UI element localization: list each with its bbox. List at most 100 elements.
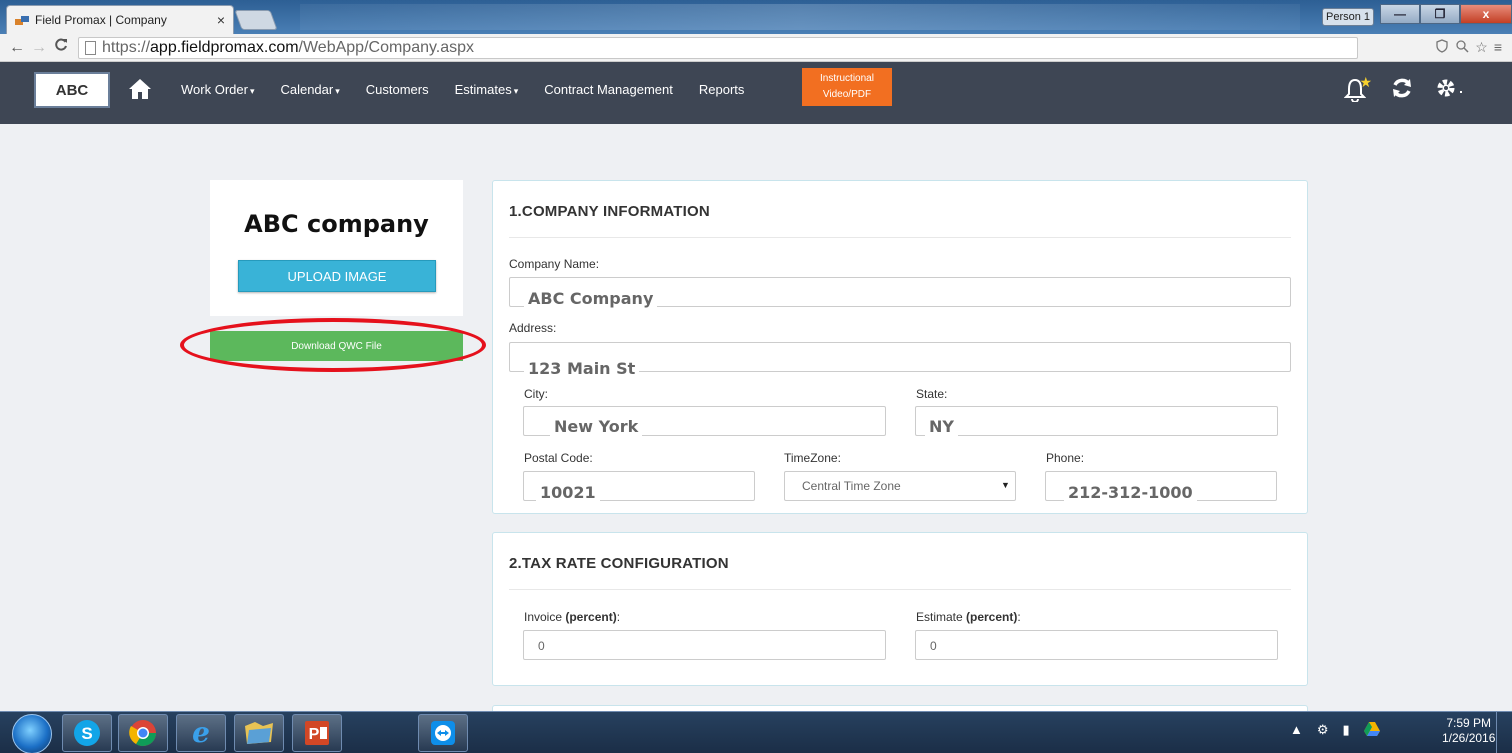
- skype-icon[interactable]: S: [62, 714, 112, 752]
- nav-estimates-label: Estimates: [454, 81, 512, 97]
- estimate-percent-label: Estimate (percent):: [916, 610, 1021, 624]
- tax-rate-panel: 2.TAX RATE CONFIGURATION Invoice (percen…: [492, 532, 1308, 686]
- navbar-actions: ★: [1343, 74, 1464, 106]
- network-tray-icon[interactable]: ⚙: [1317, 722, 1329, 739]
- highlight-annotation-ellipse: [180, 318, 486, 372]
- google-drive-tray-icon[interactable]: [1363, 722, 1380, 739]
- folder-icon[interactable]: [234, 714, 284, 752]
- estimate-percent-value: 0: [930, 639, 937, 653]
- dropdown-arrow-icon: ▼: [1001, 480, 1010, 490]
- zoom-icon[interactable]: [1455, 39, 1469, 56]
- tab-close-icon[interactable]: ×: [217, 12, 225, 28]
- minimize-button[interactable]: —: [1380, 4, 1420, 24]
- nav-work-order[interactable]: Work Order ▾: [181, 82, 254, 97]
- tray-expand-icon[interactable]: ▲: [1290, 722, 1303, 739]
- bell-icon[interactable]: ★: [1343, 74, 1372, 104]
- url-host: app.fieldpromax.com: [150, 38, 299, 56]
- state-input[interactable]: [915, 406, 1278, 436]
- address-bar-row: ← → https:// app.fieldpromax.com /WebApp…: [0, 34, 1512, 62]
- nav-calendar-label: Calendar: [280, 81, 334, 97]
- chevron-down-icon: ▾: [335, 85, 340, 96]
- phone-label: Phone:: [1046, 451, 1085, 465]
- chrome-icon[interactable]: [118, 714, 168, 752]
- nav-contract-management[interactable]: Contract Management: [544, 82, 673, 97]
- refresh-icon[interactable]: [1390, 76, 1414, 106]
- bookmark-star-icon[interactable]: ☆: [1475, 39, 1488, 56]
- forward-arrow-icon[interactable]: →: [28, 39, 50, 57]
- new-tab-button[interactable]: [234, 10, 278, 30]
- address-bar-actions: ☆ ≡: [1435, 39, 1502, 56]
- timezone-label: TimeZone:: [784, 451, 841, 465]
- divider: [509, 237, 1291, 238]
- gear-icon[interactable]: [1434, 76, 1464, 106]
- menu-icon[interactable]: ≡: [1494, 39, 1502, 56]
- address-value: 123 Main St: [524, 359, 640, 378]
- timezone-value: Central Time Zone: [802, 479, 901, 493]
- show-desktop-button[interactable]: [1496, 712, 1512, 753]
- title-bar-background: [300, 4, 1300, 30]
- estimate-label-text: Estimate: [916, 610, 967, 624]
- app-navbar: ABC Work Order ▾ Calendar ▾ Customers Esti…: [0, 62, 1512, 124]
- address-label: Address:: [509, 321, 557, 335]
- internet-explorer-icon[interactable]: e: [176, 714, 226, 752]
- invoice-label-colon: :: [616, 610, 621, 624]
- system-tray: ▲ ⚙ ▮: [1290, 722, 1380, 739]
- tab-title: Field Promax | Company: [35, 13, 167, 27]
- divider: [509, 589, 1291, 590]
- estimate-label-colon: :: [1017, 610, 1021, 624]
- svg-text:S: S: [81, 724, 92, 743]
- estimate-label-unit: (percent): [966, 610, 1018, 624]
- invoice-label-unit: (percent): [565, 610, 617, 624]
- state-value: NY: [925, 417, 958, 436]
- company-logo-card: ABC company UPLOAD IMAGE: [210, 180, 463, 316]
- home-icon[interactable]: [128, 78, 152, 102]
- upload-image-button[interactable]: UPLOAD IMAGE: [238, 260, 436, 292]
- estimate-percent-input[interactable]: [915, 630, 1278, 660]
- company-name-heading: ABC company: [244, 210, 429, 238]
- company-logo[interactable]: ABC: [34, 72, 110, 108]
- maximize-button[interactable]: ❐: [1420, 4, 1460, 24]
- city-value: New York: [550, 417, 643, 436]
- url-input[interactable]: https:// app.fieldpromax.com /WebApp/Com…: [78, 36, 1358, 59]
- profile-button[interactable]: Person 1: [1322, 8, 1374, 26]
- svg-text:P: P: [309, 726, 320, 743]
- powerpoint-icon[interactable]: P: [292, 714, 342, 752]
- chevron-down-icon: ▾: [249, 85, 255, 96]
- nav-estimates[interactable]: Estimates ▾: [455, 82, 519, 97]
- nav-customers[interactable]: Customers: [366, 82, 429, 97]
- browser-tab[interactable]: Field Promax | Company ×: [6, 5, 234, 34]
- page-icon: [85, 40, 96, 55]
- system-clock[interactable]: 7:59 PM 1/26/2016: [1442, 716, 1495, 746]
- url-path: /WebApp/Company.aspx: [298, 38, 475, 56]
- clock-time: 7:59 PM: [1446, 716, 1492, 730]
- postal-code-label: Postal Code:: [524, 451, 593, 465]
- star-icon: ★: [1359, 74, 1372, 90]
- nav-work-order-label: Work Order: [181, 81, 248, 97]
- url-scheme: https://: [102, 38, 151, 56]
- city-label: City:: [524, 387, 548, 401]
- teamviewer-icon[interactable]: [418, 714, 468, 752]
- window-controls: — ❐ x: [1380, 4, 1512, 26]
- company-information-title: 1.COMPANY INFORMATION: [509, 203, 710, 220]
- invoice-percent-label: Invoice (percent):: [524, 610, 620, 624]
- shield-icon[interactable]: [1435, 39, 1449, 56]
- reload-icon[interactable]: [50, 38, 72, 57]
- fieldpromax-favicon-icon: [15, 15, 29, 25]
- start-button[interactable]: [12, 714, 52, 753]
- instructional-line-2: Video/PDF: [822, 89, 872, 100]
- company-name-label: Company Name:: [509, 257, 600, 271]
- state-label: State:: [916, 387, 948, 401]
- invoice-percent-value: 0: [538, 639, 545, 653]
- svg-text:e: e: [192, 718, 210, 748]
- back-arrow-icon[interactable]: ←: [6, 39, 28, 57]
- power-tray-icon[interactable]: ▮: [1343, 722, 1350, 739]
- instructional-video-button[interactable]: Instructional Video/PDF: [802, 68, 892, 106]
- company-name-value: ABC Company: [524, 289, 658, 308]
- invoice-percent-input[interactable]: [523, 630, 886, 660]
- nav-reports[interactable]: Reports: [699, 82, 745, 97]
- company-information-panel: 1.COMPANY INFORMATION Company Name: ABC …: [492, 180, 1308, 514]
- close-window-button[interactable]: x: [1460, 4, 1512, 24]
- main-menu: Work Order ▾ Calendar ▾ Customers Estimate…: [181, 62, 770, 116]
- windows-taskbar: S e P ▲ ⚙ ▮ 7:59 PM 1/26/2016: [0, 711, 1512, 753]
- nav-calendar[interactable]: Calendar ▾: [280, 82, 339, 97]
